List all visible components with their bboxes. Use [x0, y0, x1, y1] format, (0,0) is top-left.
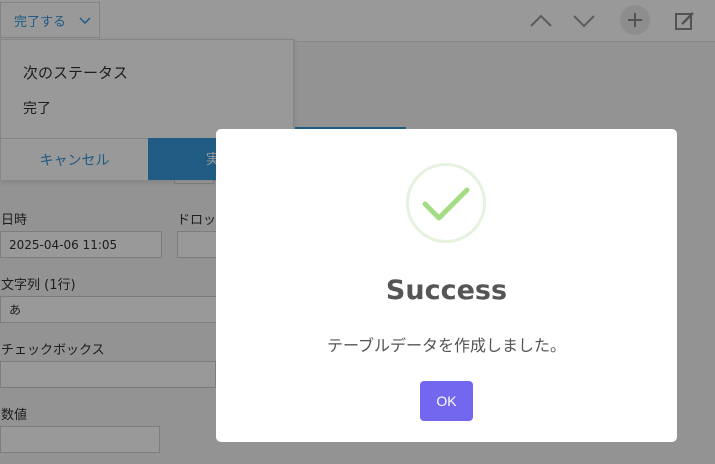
success-dialog: Success テーブルデータを作成しました。 OK: [216, 129, 677, 442]
success-check-icon: [406, 163, 486, 243]
dialog-title: Success: [385, 275, 508, 306]
dialog-message: テーブルデータを作成しました。: [326, 336, 567, 355]
ok-button[interactable]: OK: [420, 381, 473, 421]
